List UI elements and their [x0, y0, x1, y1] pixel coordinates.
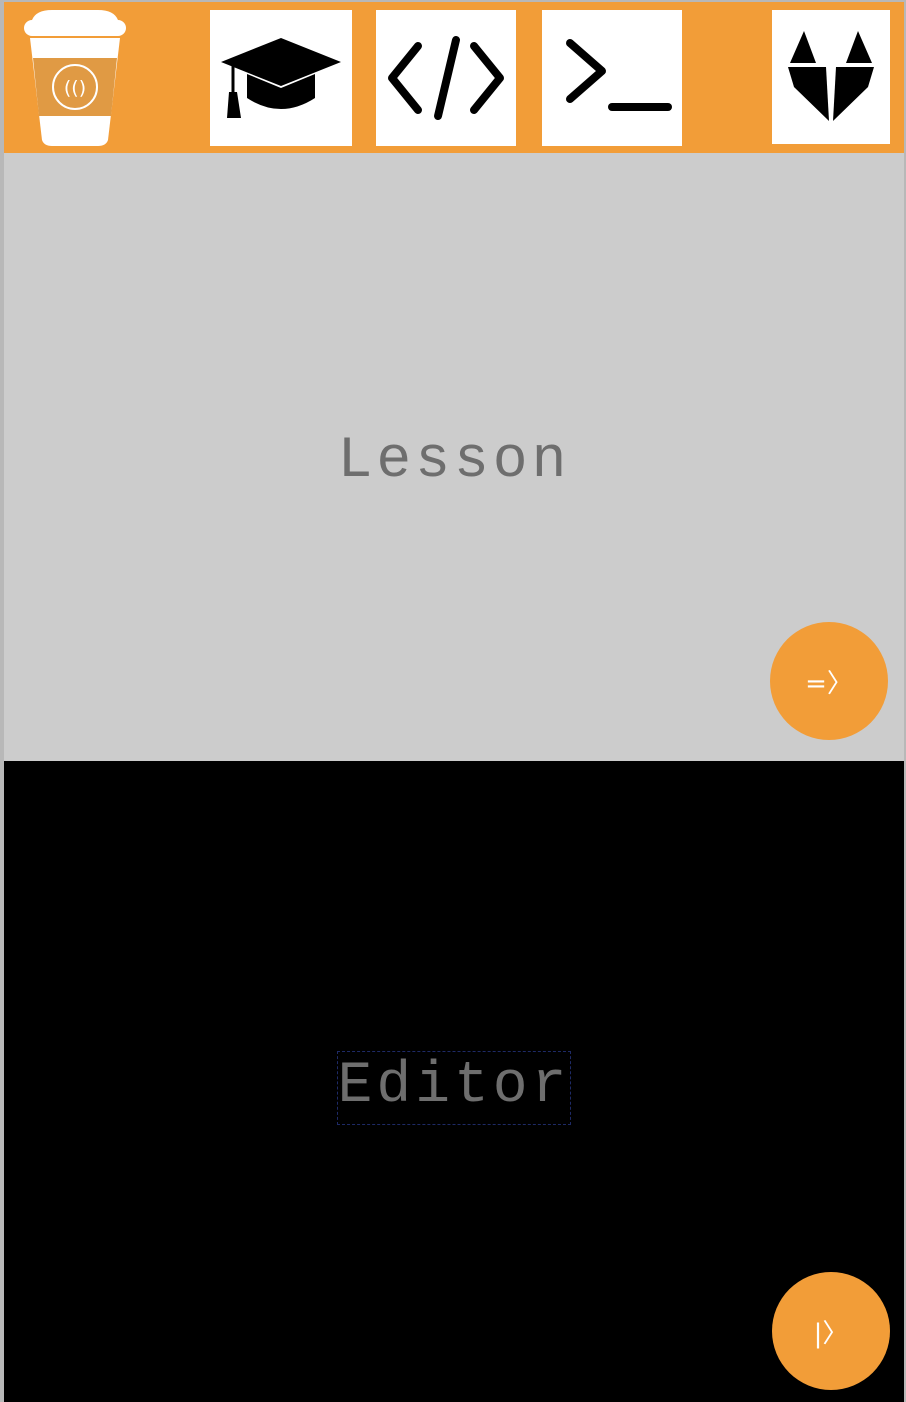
- terminal-tab-button[interactable]: [542, 10, 682, 146]
- svg-text:((): ((): [64, 77, 86, 99]
- lesson-action-button[interactable]: =〉: [770, 622, 888, 740]
- editor-tab-button[interactable]: [376, 10, 516, 146]
- lesson-action-label: =〉: [805, 668, 853, 699]
- top-toolbar: ((): [4, 2, 904, 153]
- editor-label-row: Editor: [4, 1051, 904, 1125]
- app-root: (() Lesson =〉 Editor |〉: [4, 2, 904, 1402]
- code-brackets-icon: [384, 32, 508, 124]
- editor-run-button[interactable]: |〉: [772, 1272, 890, 1390]
- lesson-tab-button[interactable]: [210, 10, 352, 146]
- graduation-cap-icon: [219, 34, 343, 122]
- lesson-panel: Lesson =〉: [4, 153, 904, 761]
- gitlab-fox-icon: [786, 27, 876, 127]
- editor-run-label: |〉: [813, 1318, 849, 1349]
- terminal-prompt-icon: [550, 33, 674, 123]
- editor-label[interactable]: Editor: [336, 1051, 572, 1125]
- coffee-cup-logo: ((): [22, 8, 128, 148]
- lesson-label: Lesson: [337, 429, 571, 494]
- editor-panel[interactable]: Editor |〉: [4, 761, 904, 1402]
- gitlab-button[interactable]: [772, 10, 890, 144]
